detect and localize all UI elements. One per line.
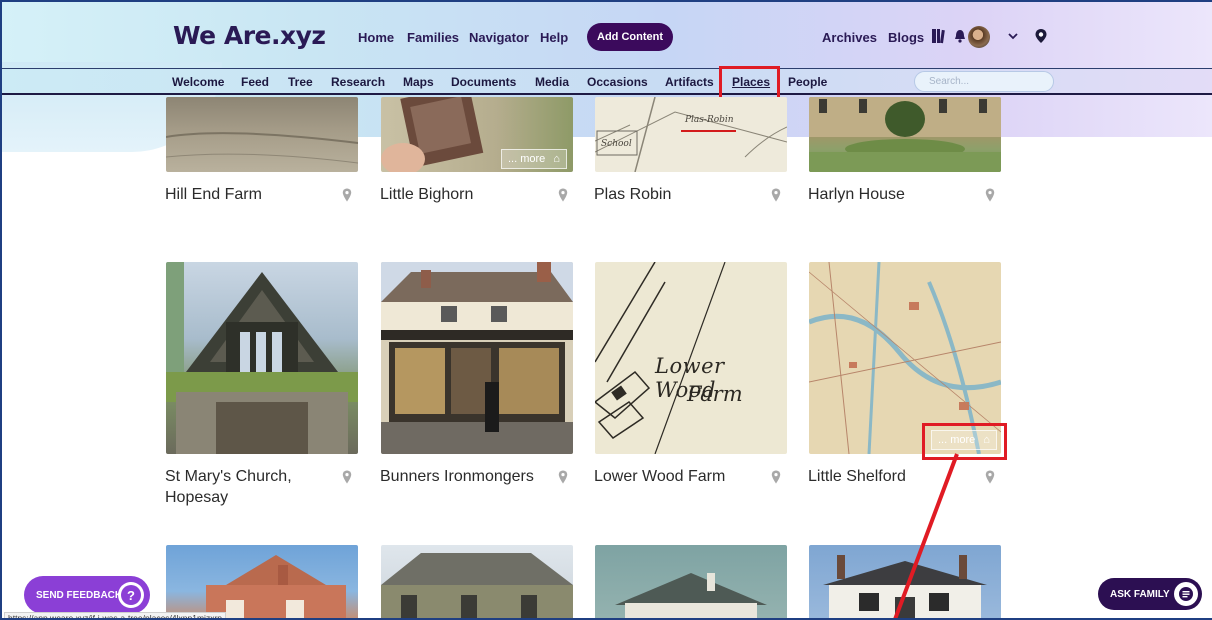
place-title[interactable]: Little Bighorn <box>380 184 473 205</box>
send-feedback-button[interactable]: SEND FEEDBACK ? <box>24 576 150 614</box>
map-label-plas-robin: Plas-Robin <box>685 115 734 125</box>
place-image-harlyn-house[interactable] <box>809 97 1001 172</box>
chevron-down-icon[interactable] <box>1008 32 1018 40</box>
bell-icon[interactable] <box>954 29 966 43</box>
nav-archives[interactable]: Archives <box>822 30 877 45</box>
nav-blogs[interactable]: Blogs <box>888 30 924 45</box>
tab-research[interactable]: Research <box>331 75 385 89</box>
tab-tree[interactable]: Tree <box>288 75 313 89</box>
place-title[interactable]: Hill End Farm <box>165 184 262 205</box>
tab-people[interactable]: People <box>788 75 827 89</box>
nav-help[interactable]: Help <box>540 30 568 45</box>
nav-families[interactable]: Families <box>407 30 459 45</box>
place-title-line: Hopesay <box>165 489 229 506</box>
location-pin-icon[interactable] <box>342 470 352 484</box>
location-pin-icon[interactable] <box>558 470 568 484</box>
ask-family-label: ASK FAMILY <box>1110 588 1170 600</box>
place-image-little-bighorn[interactable]: ... more ⌂ <box>381 97 573 172</box>
map-label-farm: Farm <box>687 382 743 406</box>
ask-family-button[interactable]: ASK FAMILY <box>1098 578 1202 610</box>
place-title[interactable]: Plas Robin <box>594 184 671 205</box>
place-image-plas-robin[interactable]: Plas-Robin School <box>595 97 787 172</box>
tab-welcome[interactable]: Welcome <box>172 75 224 89</box>
place-title-line: St Mary's Church, <box>165 468 292 485</box>
user-avatar[interactable] <box>968 26 990 48</box>
place-image-hill-end-farm[interactable] <box>166 97 358 172</box>
more-button[interactable]: ... more ⌂ <box>501 149 567 169</box>
location-pin-icon[interactable] <box>1034 28 1048 44</box>
status-bar-url: https://app.weare.xyz/if-i-was-a-tree/pl… <box>4 612 226 618</box>
annotation-highlight-places <box>719 66 780 100</box>
browser-viewport: We Are.xyz Home Families Navigator Help … <box>0 0 1212 620</box>
location-pin-icon[interactable] <box>985 470 995 484</box>
tab-artifacts[interactable]: Artifacts <box>665 75 714 89</box>
place-title[interactable]: Lower Wood Farm <box>594 466 725 487</box>
more-label: ... more <box>508 153 546 165</box>
location-pin-icon[interactable] <box>771 470 781 484</box>
location-pin-icon[interactable] <box>985 188 995 202</box>
place-image-row3-2[interactable] <box>381 545 573 618</box>
place-title[interactable]: St Mary's Church, Hopesay <box>165 466 292 508</box>
tab-media[interactable]: Media <box>535 75 569 89</box>
section-tabs: Welcome Feed Tree Research Maps Document… <box>2 68 1212 95</box>
location-pin-icon[interactable] <box>771 188 781 202</box>
tab-feed[interactable]: Feed <box>241 75 269 89</box>
place-image-lower-wood-farm[interactable]: Lower Wood Farm <box>595 262 787 454</box>
annotation-underline <box>681 130 736 132</box>
chat-bubble-icon <box>1174 582 1198 606</box>
top-navigation: We Are.xyz Home Families Navigator Help … <box>2 2 1212 68</box>
add-content-button[interactable]: Add Content <box>587 23 673 51</box>
place-title[interactable]: Bunners Ironmongers <box>380 466 534 487</box>
place-title[interactable]: Harlyn House <box>808 184 905 205</box>
annotation-arrow <box>893 453 959 618</box>
tab-maps[interactable]: Maps <box>403 75 434 89</box>
send-feedback-label: SEND FEEDBACK <box>36 589 123 601</box>
nav-home[interactable]: Home <box>358 30 394 45</box>
place-image-row3-1[interactable] <box>166 545 358 618</box>
nav-navigator[interactable]: Navigator <box>469 30 529 45</box>
place-image-row3-3[interactable] <box>595 545 787 618</box>
tab-documents[interactable]: Documents <box>451 75 516 89</box>
help-question-icon: ? <box>118 582 144 608</box>
place-image-bunners-ironmongers[interactable] <box>381 262 573 454</box>
tab-occasions[interactable]: Occasions <box>587 75 648 89</box>
location-pin-icon[interactable] <box>558 188 568 202</box>
search-input[interactable]: Search... <box>914 71 1054 92</box>
app-logo[interactable]: We Are.xyz <box>173 21 326 50</box>
map-label-school: School <box>601 139 632 149</box>
home-icon: ⌂ <box>553 153 560 165</box>
place-image-st-marys-church[interactable] <box>166 262 358 454</box>
location-pin-icon[interactable] <box>342 188 352 202</box>
bookmark-icon[interactable] <box>931 28 945 44</box>
